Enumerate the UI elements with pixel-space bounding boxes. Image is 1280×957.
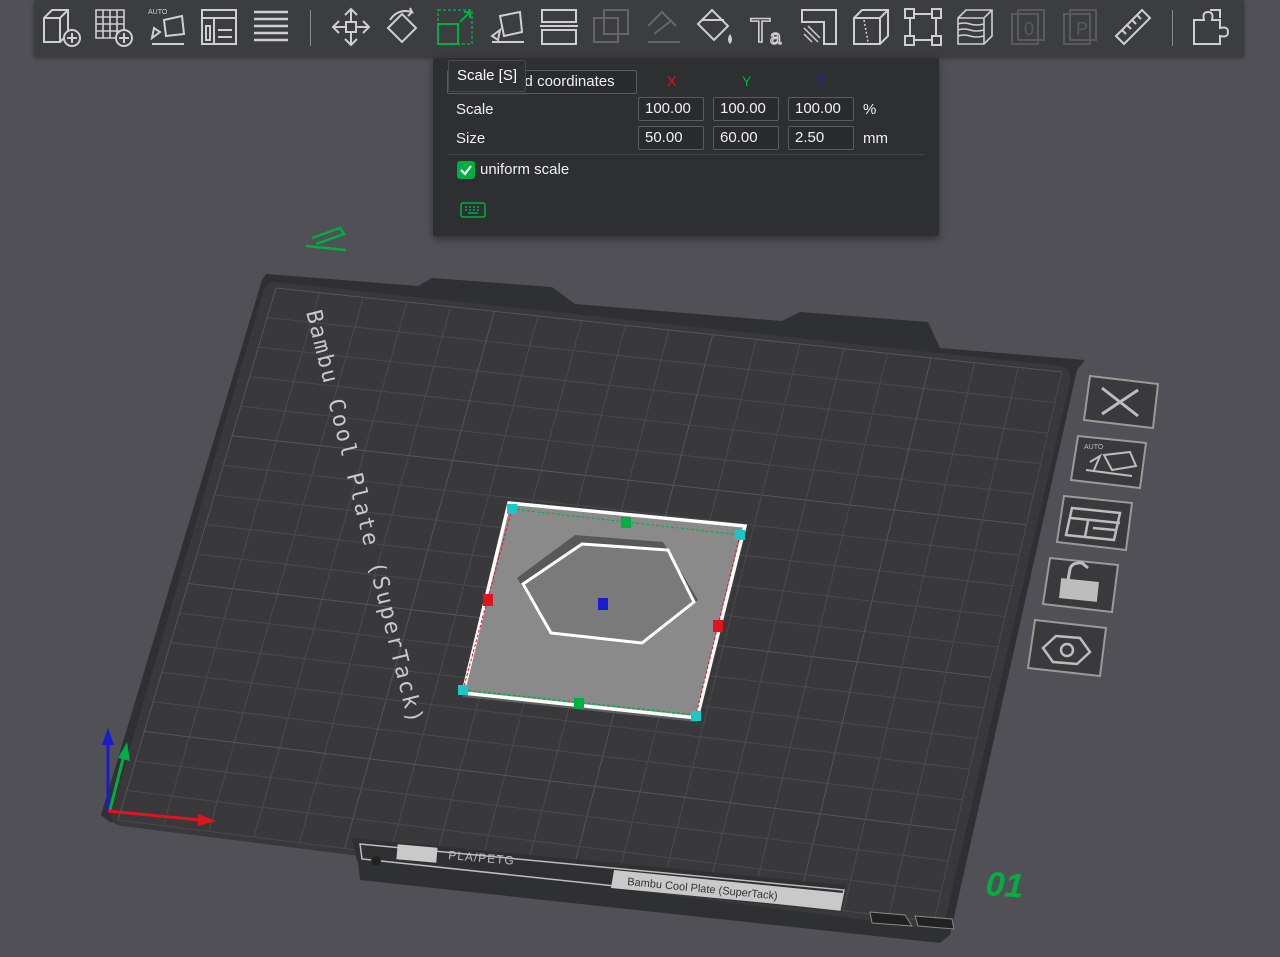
tb-zero[interactable]: 0	[1004, 4, 1050, 50]
scale-unit: %	[863, 101, 877, 118]
tb-seam[interactable]	[796, 4, 842, 50]
tb-add[interactable]	[38, 4, 84, 50]
variable-layer-icon	[957, 9, 993, 45]
handle-z[interactable]	[598, 598, 608, 610]
plate-button-settings[interactable]	[1026, 618, 1108, 678]
plate-number: 01	[984, 865, 1024, 906]
svg-text:a: a	[770, 27, 782, 48]
tb-variable-layer[interactable]	[952, 4, 998, 50]
axis-y-label: Y	[742, 73, 752, 89]
scale-z-input[interactable]: 100.00	[788, 97, 854, 121]
toolbar-separator	[1172, 10, 1173, 46]
handle-x[interactable]	[713, 620, 723, 632]
handle-y[interactable]	[574, 698, 584, 709]
arrange-icon	[201, 9, 237, 45]
check-icon	[460, 165, 472, 176]
p-icon: P	[1063, 9, 1097, 45]
handle-corner[interactable]	[691, 711, 701, 721]
auto-orient-icon: AUTO	[148, 9, 186, 45]
bounding-box-icon	[904, 8, 942, 46]
tb-assemble[interactable]	[1188, 4, 1234, 50]
tb-bounding-box[interactable]	[900, 4, 946, 50]
rotate-icon	[386, 7, 418, 44]
tb-support-paint[interactable]	[640, 4, 686, 50]
svg-text:0: 0	[1024, 19, 1034, 39]
handle-corner[interactable]	[458, 685, 468, 695]
size-row-label: Size	[456, 130, 486, 147]
tb-color-paint[interactable]	[692, 4, 738, 50]
split-icon	[254, 10, 288, 42]
uniform-scale-checkbox[interactable]	[457, 161, 475, 179]
measure-icon	[1114, 8, 1152, 46]
tb-scale[interactable]	[432, 4, 478, 50]
zero-icon: 0	[1011, 9, 1045, 45]
boolean-icon	[593, 9, 629, 43]
scale-icon	[437, 9, 473, 45]
toolbar-separator	[310, 10, 311, 46]
axis-z-label: Z	[817, 73, 826, 89]
handle-corner[interactable]	[735, 530, 745, 540]
tb-add-plate[interactable]	[90, 4, 136, 50]
puzzle-icon	[1193, 9, 1230, 45]
size-x-input[interactable]: 50.00	[638, 126, 704, 150]
support-paint-icon	[647, 10, 680, 43]
add-object-icon	[43, 9, 81, 47]
seam-icon	[801, 9, 837, 45]
move-icon	[331, 7, 371, 47]
add-plate-icon	[95, 9, 133, 47]
plate-button-arrange[interactable]	[1055, 494, 1134, 552]
tb-text[interactable]: Ta	[744, 4, 790, 50]
tb-lay-on-face[interactable]	[484, 4, 530, 50]
plate-button-lock[interactable]	[1041, 556, 1120, 614]
tb-p[interactable]: P	[1056, 4, 1102, 50]
scale-x-input[interactable]: 100.00	[638, 97, 704, 121]
lay-on-face-icon	[490, 10, 524, 43]
plate-button-auto[interactable]: AUTO	[1069, 434, 1148, 490]
model-hex-frame[interactable]	[460, 501, 748, 722]
tb-split[interactable]	[248, 4, 294, 50]
scale-y-input[interactable]: 100.00	[713, 97, 779, 121]
scale-tooltip: Scale [S]	[448, 60, 526, 92]
tb-arrange[interactable]	[196, 4, 242, 50]
panel-divider	[447, 154, 925, 155]
tb-measure[interactable]	[1110, 4, 1156, 50]
plate-button-delete[interactable]	[1082, 374, 1160, 430]
tb-auto-orient[interactable]: AUTO	[144, 4, 190, 50]
size-y-input[interactable]: 60.00	[713, 126, 779, 150]
cut-icon	[540, 9, 578, 45]
size-unit: mm	[863, 130, 888, 147]
color-paint-icon	[696, 8, 732, 44]
tb-cut[interactable]	[536, 4, 582, 50]
tb-boolean[interactable]	[588, 4, 634, 50]
assembly-icon	[853, 9, 889, 45]
svg-text:P: P	[1076, 19, 1088, 39]
bambu-logo-icon	[305, 226, 347, 252]
uniform-scale-label: uniform scale	[480, 161, 570, 178]
scale-row-label: Scale	[456, 101, 494, 118]
svg-text:T: T	[750, 12, 771, 48]
keyboard-icon[interactable]	[460, 201, 486, 219]
tb-rotate[interactable]	[380, 4, 426, 50]
size-z-input[interactable]: 2.50	[788, 126, 854, 150]
handle-corner[interactable]	[507, 504, 517, 514]
axis-x-label: X	[667, 73, 677, 89]
handle-y[interactable]	[621, 517, 631, 528]
text-icon: Ta	[749, 11, 783, 48]
auto-label: AUTO	[1084, 444, 1104, 451]
handle-x[interactable]	[483, 594, 493, 606]
tb-assembly[interactable]	[848, 4, 894, 50]
svg-text:AUTO: AUTO	[148, 9, 168, 16]
main-toolbar: AUTO Ta 0 P	[34, 0, 1244, 56]
tb-move[interactable]	[328, 4, 374, 50]
